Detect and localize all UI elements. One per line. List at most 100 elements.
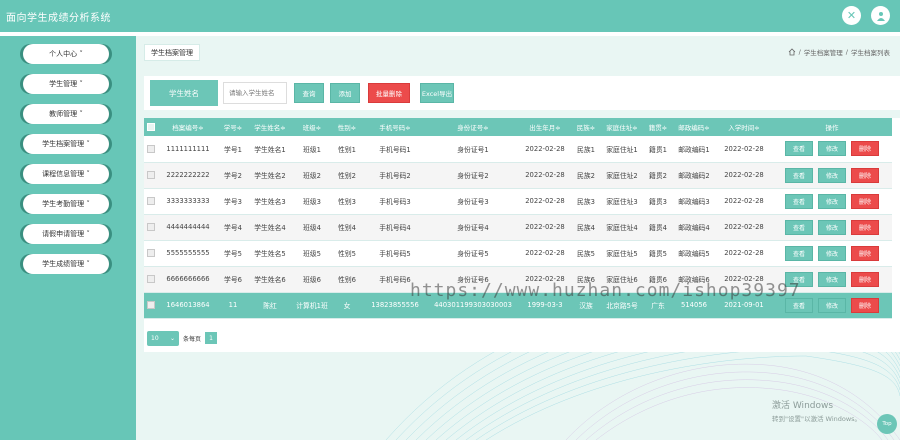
delete-button[interactable]: 删除 [851,167,879,183]
table-row[interactable]: 2222222222 学号2 学生姓名2 班级2 性别2 手机号码2 身份证号2 2022-0… [144,162,892,189]
sidebar-item-personal-center[interactable]: 个人中心 ˅ [23,44,109,64]
delete-button[interactable]: 删除 [851,271,879,287]
sidebar-item-grades[interactable]: 学生成绩管理 ˅ [23,254,109,274]
batch-delete-button[interactable]: 批量删除 [368,83,410,103]
table-cell: 5555555555 [158,240,218,267]
add-button[interactable]: 添加 [330,83,360,103]
student-name-search-input[interactable] [223,82,287,104]
table-cell: 性别2 [332,162,362,189]
table-header-row: 档案编号≑ 学号≑ 学生姓名≑ 班级≑ 性别≑ 手机号码≑ 身份证号≑ 出生年月… [144,118,892,136]
table-cell: 2022-02-28 [716,162,772,189]
row-checkbox[interactable] [147,249,155,257]
delete-button[interactable]: 删除 [851,245,879,261]
table-cell: 陈红 [248,292,292,319]
edit-button[interactable]: 修改 [818,271,846,287]
table-cell: 邮政编码5 [672,240,716,267]
column-header[interactable]: 家庭住址≑ [600,118,644,136]
row-checkbox[interactable] [147,171,155,179]
table-cell: 民族5 [572,240,600,267]
table-cell: 籍贯5 [644,240,672,267]
breadcrumb-path: / 学生档案管理 / 学生档案列表 [788,47,890,57]
table-cell: 籍贯4 [644,214,672,241]
home-icon[interactable] [788,48,796,56]
view-button[interactable]: 查看 [785,193,813,209]
page-number-current[interactable]: 1 [205,332,218,344]
table-cell: 邮政编码1 [672,136,716,163]
delete-button[interactable]: 删除 [851,193,879,209]
table-cell: 1646013864 [158,292,218,319]
view-button[interactable]: 查看 [785,219,813,235]
edit-button[interactable]: 修改 [818,141,846,157]
edit-button[interactable]: 修改 [818,193,846,209]
query-button[interactable]: 查询 [294,83,324,103]
table-cell: 2022-02-28 [518,214,572,241]
sidebar-item-leave-request[interactable]: 请假申请管理 ˅ [23,224,109,244]
table-cell: 民族2 [572,162,600,189]
top-bar: 面向学生成绩分析系统 ✕ [0,0,900,32]
row-checkbox[interactable] [147,275,155,283]
main-content: 学生档案管理 / 学生档案管理 / 学生档案列表 学生姓名 查询 添加 批量删除… [136,36,900,440]
row-select-cell [144,240,158,267]
table-cell: 学号5 [218,240,248,267]
column-header[interactable]: 性别≑ [332,118,362,136]
table-cell: 身份证号3 [428,188,518,215]
column-header[interactable]: 入学时间≑ [716,118,772,136]
view-button[interactable]: 查看 [785,245,813,261]
row-checkbox[interactable] [147,223,155,231]
table-cell: 班级2 [292,162,332,189]
table-cell: 2022-02-28 [518,136,572,163]
excel-export-button[interactable]: Excel导出 [420,83,454,103]
view-button[interactable]: 查看 [785,167,813,183]
table-cell: 学生姓名5 [248,240,292,267]
sidebar-item-student-archive[interactable]: 学生档案管理 ˅ [23,134,109,154]
sidebar: 个人中心 ˅ 学生管理 ˅ 教师管理 ˅ 学生档案管理 ˅ 课程信息管理 ˅ 学… [0,36,136,440]
row-select-cell [144,188,158,215]
table-cell: 学生姓名4 [248,214,292,241]
column-header[interactable]: 学生姓名≑ [248,118,292,136]
column-header[interactable]: 手机号码≑ [362,118,428,136]
column-header[interactable]: 班级≑ [292,118,332,136]
sidebar-item-teacher-management[interactable]: 教师管理 ˅ [23,104,109,124]
column-header[interactable]: 档案编号≑ [158,118,218,136]
select-all-checkbox[interactable] [147,123,155,131]
edit-button[interactable]: 修改 [818,297,846,313]
table-cell: 2022-02-28 [518,188,572,215]
table-cell: 手机号码4 [362,214,428,241]
table-row[interactable]: 3333333333 学号3 学生姓名3 班级3 性别3 手机号码3 身份证号3 2022-0… [144,188,892,215]
table-cell: 班级4 [292,214,332,241]
table-cell: 籍贯3 [644,188,672,215]
delete-button[interactable]: 删除 [851,219,879,235]
column-header[interactable]: 身份证号≑ [428,118,518,136]
delete-button[interactable]: 删除 [851,297,879,313]
edit-button[interactable]: 修改 [818,219,846,235]
table-cell: 性别4 [332,214,362,241]
edit-button[interactable]: 修改 [818,245,846,261]
row-checkbox[interactable] [147,197,155,205]
column-header[interactable]: 民族≑ [572,118,600,136]
sidebar-item-course-info[interactable]: 课程信息管理 ˅ [23,164,109,184]
row-checkbox[interactable] [147,144,155,153]
back-to-top-button[interactable]: Top [877,414,897,434]
user-icon[interactable] [871,6,890,25]
close-icon[interactable]: ✕ [842,6,861,25]
breadcrumb-item-archive-management[interactable]: 学生档案管理 [804,47,843,57]
table-row[interactable]: 4444444444 学号4 学生姓名4 班级4 性别4 手机号码4 身份证号4 2022-0… [144,214,892,241]
edit-button[interactable]: 修改 [818,167,846,183]
delete-button[interactable]: 删除 [851,141,879,157]
table-row[interactable]: 1111111111 学号1 学生姓名1 班级1 性别1 手机号码1 身份证号1 2022-0… [144,136,892,163]
table-cell: 家庭住址1 [600,136,644,163]
sidebar-item-student-management[interactable]: 学生管理 ˅ [23,74,109,94]
chevron-down-icon: ⌄ [169,334,175,342]
column-header[interactable]: 出生年月≑ [518,118,572,136]
table-row[interactable]: 5555555555 学号5 学生姓名5 班级5 性别5 手机号码5 身份证号5 2022-0… [144,240,892,267]
page-size-select[interactable]: 10 ⌄ [147,330,179,346]
row-checkbox[interactable] [147,301,155,309]
column-header[interactable]: 学号≑ [218,118,248,136]
column-header[interactable]: 籍贯≑ [644,118,672,136]
select-all-header [144,118,158,136]
sidebar-item-attendance[interactable]: 学生考勤管理 ˅ [23,194,109,214]
column-header[interactable]: 邮政编码≑ [672,118,716,136]
app-title: 面向学生成绩分析系统 [6,13,111,24]
tab-student-archive[interactable]: 学生档案管理 [144,44,200,61]
view-button[interactable]: 查看 [785,141,813,157]
